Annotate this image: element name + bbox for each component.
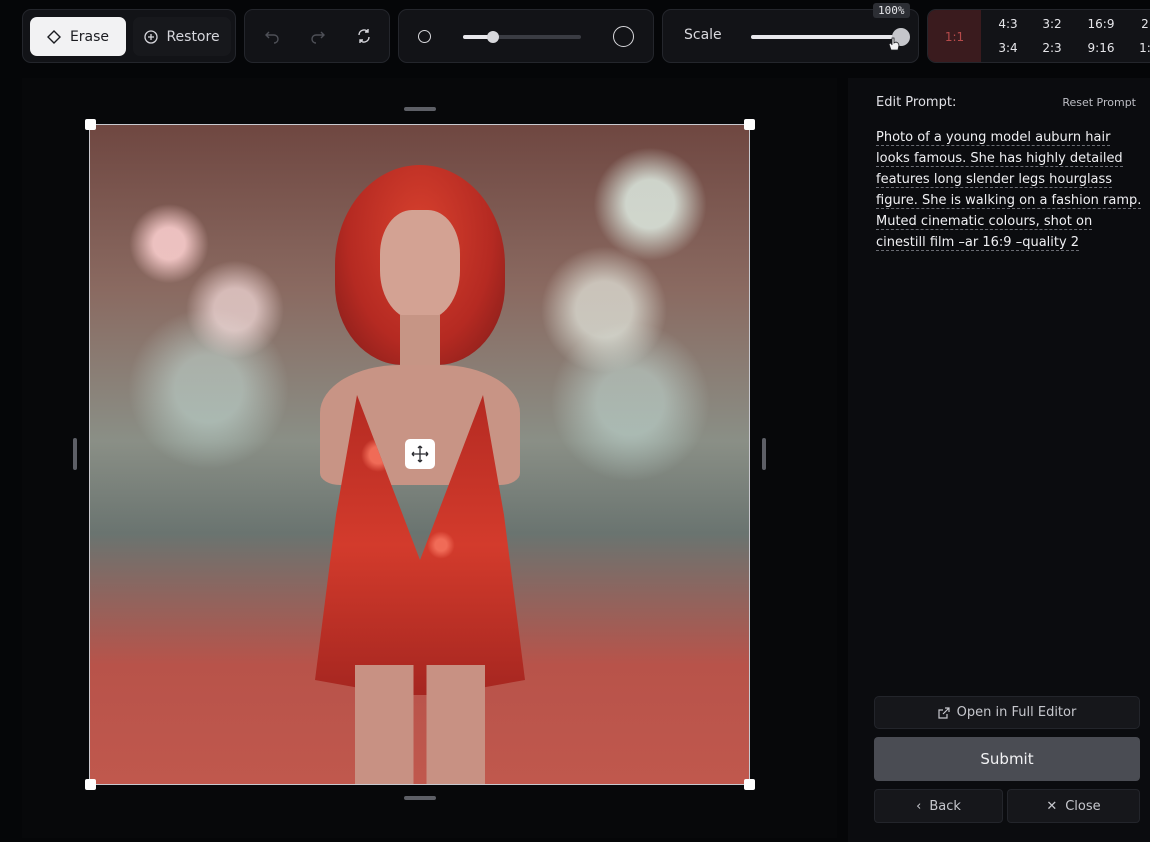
reset-prompt-button[interactable]: Reset Prompt [1062, 96, 1136, 109]
back-button[interactable]: ‹ Back [874, 789, 1003, 823]
restore-button[interactable]: Restore [133, 17, 231, 56]
scale-label: Scale [684, 27, 722, 43]
resize-handle-right[interactable] [762, 438, 766, 470]
external-link-icon [938, 706, 950, 719]
ratio-9-16[interactable]: 9:16 [1077, 38, 1125, 58]
undo-button[interactable] [257, 21, 287, 51]
scale-slider[interactable] [751, 28, 910, 46]
prompt-line: Photo of a young model auburn hair [876, 130, 1111, 146]
submit-button[interactable]: Submit [874, 737, 1140, 781]
resize-handle-top[interactable] [404, 107, 436, 111]
brush-size-thumb[interactable] [486, 31, 499, 43]
resize-handle-bottom-left[interactable] [85, 779, 96, 790]
move-icon [411, 445, 429, 463]
prompt-heading: Edit Prompt: [876, 95, 957, 110]
ratio-more-2[interactable]: 1: [1121, 38, 1150, 58]
resize-handle-top-left[interactable] [85, 119, 96, 130]
reset-canvas-button[interactable] [349, 21, 379, 51]
ratio-16-9[interactable]: 16:9 [1077, 14, 1125, 34]
move-handle[interactable] [405, 439, 435, 469]
open-full-editor-button[interactable]: Open in Full Editor [874, 696, 1140, 729]
ratio-3-2[interactable]: 3:2 [1028, 14, 1076, 34]
aspect-ratio-selector: 1:1 4:3 3:2 16:9 2 3:4 2:3 9:16 1: [927, 9, 1150, 63]
ratio-3-4[interactable]: 3:4 [984, 38, 1032, 58]
prompt-panel: Edit Prompt: Reset Prompt Photo of a you… [848, 78, 1150, 842]
large-brush-icon [613, 26, 634, 47]
prompt-textarea[interactable]: Photo of a young model auburn hair looks… [876, 127, 1144, 253]
prompt-line: looks famous. She has highly detailed [876, 151, 1123, 167]
resize-handle-top-right[interactable] [744, 119, 755, 130]
hand-cursor-icon [888, 37, 900, 51]
history-toolbar [244, 9, 390, 63]
prompt-line: Muted cinematic colours, shot on [876, 214, 1093, 230]
image-editor: Erase Restore Scale 100% 1:1 4:3 3:2 16:… [0, 0, 1150, 842]
scale-fill [751, 35, 901, 39]
restore-label: Restore [166, 28, 220, 45]
erase-button[interactable]: Erase [30, 17, 126, 56]
close-button[interactable]: ✕ Close [1007, 789, 1140, 823]
scale-tooltip: 100% [873, 3, 910, 18]
open-full-editor-label: Open in Full Editor [956, 705, 1077, 720]
model-figure [300, 165, 540, 784]
ratio-1-1[interactable]: 1:1 [928, 10, 981, 62]
brush-size-slider[interactable] [463, 31, 581, 43]
plus-circle-icon [144, 29, 159, 44]
chevron-left-icon: ‹ [916, 798, 922, 814]
erase-label: Erase [69, 28, 110, 45]
eraser-icon [46, 29, 61, 44]
prompt-line: figure. She is walking on a fashion ramp… [876, 193, 1142, 209]
prompt-line: cinestill film –ar 16:9 –quality 2 [876, 235, 1080, 251]
redo-button[interactable] [303, 21, 333, 51]
back-label: Back [929, 798, 961, 814]
resize-handle-bottom[interactable] [404, 796, 436, 800]
redo-icon [311, 31, 325, 44]
resize-handle-left[interactable] [73, 438, 77, 470]
refresh-icon [358, 29, 370, 43]
ratio-more-1[interactable]: 2 [1121, 14, 1150, 34]
prompt-line: features long slender legs hourglass [876, 172, 1113, 188]
close-label: Close [1065, 798, 1101, 814]
face-shape [380, 210, 460, 320]
legs-shape [355, 665, 485, 784]
mode-toolbar: Erase Restore [22, 9, 236, 63]
small-brush-icon [418, 30, 431, 43]
resize-handle-bottom-right[interactable] [744, 779, 755, 790]
undo-icon [265, 31, 279, 44]
brush-size-toolbar [398, 9, 654, 63]
ratio-4-3[interactable]: 4:3 [984, 14, 1032, 34]
close-icon: ✕ [1046, 798, 1058, 814]
ratio-2-3[interactable]: 2:3 [1028, 38, 1076, 58]
